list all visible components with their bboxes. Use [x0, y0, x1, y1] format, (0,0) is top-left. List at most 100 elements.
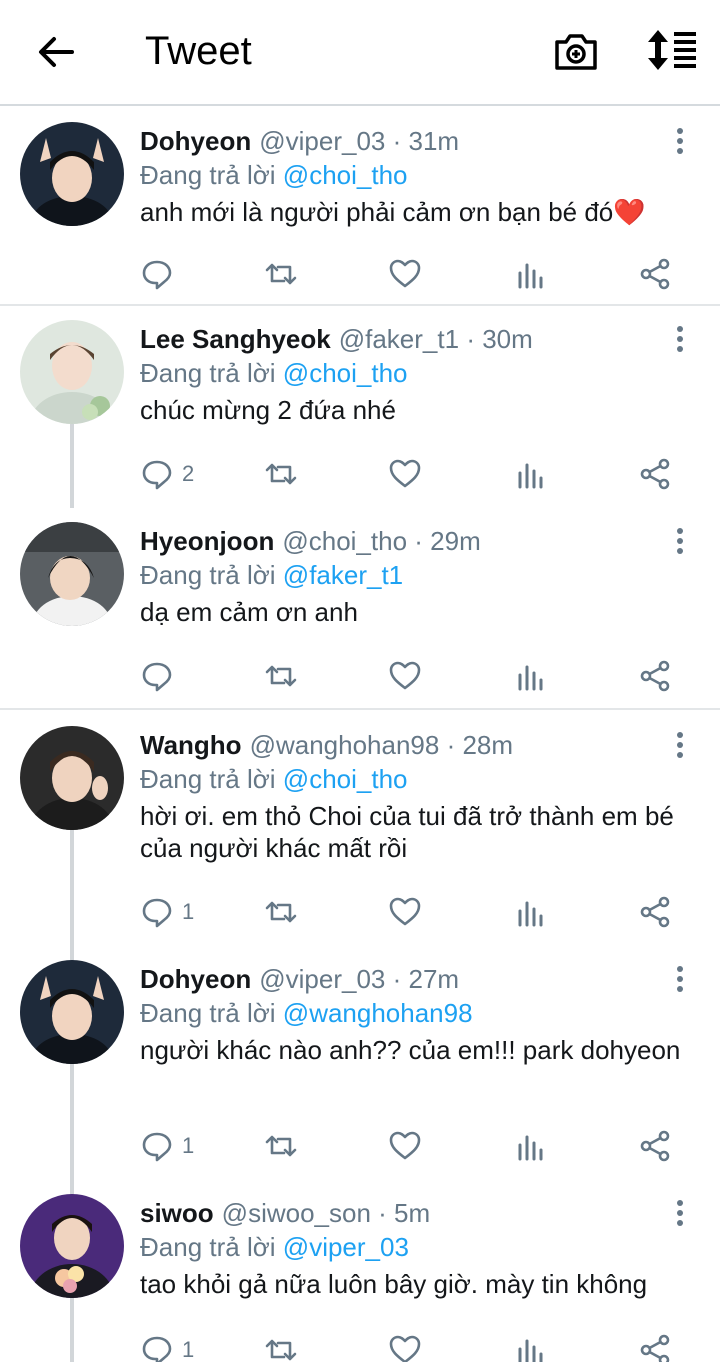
- sort-updown-icon: [648, 30, 696, 70]
- tweet-text: anh mới là người phải cảm ơn bạn bé đó❤️: [140, 197, 646, 227]
- avatar[interactable]: [20, 960, 124, 1064]
- retweet-icon: [265, 901, 297, 923]
- heart-icon: [389, 259, 421, 288]
- retweet-button[interactable]: [264, 656, 298, 696]
- replying-to: Đang trả lời @choi_tho: [140, 158, 700, 192]
- tweet-item[interactable]: siwoo @siwoo_son · 5m Đang trả lời @viper…: [0, 1178, 720, 1362]
- author-name[interactable]: Lee Sanghyeok: [140, 324, 331, 354]
- author-name[interactable]: Dohyeon: [140, 964, 251, 994]
- share-button[interactable]: [638, 1330, 672, 1362]
- replying-to: Đang trả lời @choi_tho: [140, 356, 700, 390]
- avatar[interactable]: [20, 522, 124, 626]
- heart-icon: [389, 1131, 421, 1160]
- analytics-icon: [518, 263, 543, 289]
- back-button[interactable]: [34, 30, 78, 74]
- author-handle: @viper_03: [259, 964, 386, 994]
- analytics-button[interactable]: [514, 1330, 548, 1362]
- heart-icon: [389, 1335, 421, 1362]
- tweet-item[interactable]: Dohyeon @viper_03 · 31m Đang trả lời @cho…: [0, 108, 720, 304]
- reply-button[interactable]: 1: [140, 1126, 194, 1166]
- reply-button[interactable]: 1: [140, 892, 194, 932]
- heart-icon: [389, 897, 421, 926]
- tweet-header: Dohyeon @viper_03 · 31m: [140, 124, 700, 158]
- tweet-text: tao khỏi gả nữa luôn bây giờ. mày tin kh…: [140, 1269, 648, 1299]
- more-options-button[interactable]: [670, 1198, 690, 1228]
- more-options-button[interactable]: [670, 126, 690, 156]
- retweet-button[interactable]: [264, 892, 298, 932]
- analytics-button[interactable]: [514, 892, 548, 932]
- avatar-image: [20, 1194, 124, 1298]
- retweet-icon: [265, 1339, 297, 1361]
- thread-line: [70, 1296, 74, 1362]
- reply-icon: [142, 898, 172, 928]
- tweet-time: · 27m: [392, 964, 460, 994]
- like-button[interactable]: [388, 656, 422, 696]
- author-name[interactable]: Dohyeon: [140, 126, 251, 156]
- author-name[interactable]: Hyeonjoon: [140, 526, 274, 556]
- retweet-button[interactable]: [264, 254, 298, 294]
- reply-button[interactable]: [140, 254, 182, 294]
- like-button[interactable]: [388, 1330, 422, 1362]
- replying-to: Đang trả lời @choi_tho: [140, 762, 700, 796]
- analytics-icon: [518, 1135, 543, 1161]
- tweet-time: · 5m: [378, 1198, 431, 1228]
- retweet-button[interactable]: [264, 1126, 298, 1166]
- camera-button[interactable]: [553, 28, 599, 74]
- avatar-image: [20, 522, 124, 626]
- more-options-button[interactable]: [670, 324, 690, 354]
- avatar[interactable]: [20, 122, 124, 226]
- retweet-button[interactable]: [264, 1330, 298, 1362]
- avatar-image: [20, 320, 124, 424]
- tweet-header: Dohyeon @viper_03 · 27m: [140, 962, 700, 996]
- share-button[interactable]: [638, 892, 672, 932]
- more-vertical-icon: [677, 528, 683, 554]
- like-button[interactable]: [388, 892, 422, 932]
- more-options-button[interactable]: [670, 964, 690, 994]
- share-button[interactable]: [638, 254, 672, 294]
- tweet-actions: [140, 656, 700, 696]
- tweet-item[interactable]: Lee Sanghyeok @faker_t1 · 30m Đang trả lờ…: [0, 306, 720, 508]
- share-icon: [640, 258, 670, 290]
- replying-to: Đang trả lời @viper_03: [140, 1230, 700, 1264]
- reply-button[interactable]: 2: [140, 454, 194, 494]
- reply-mention[interactable]: @choi_tho: [283, 160, 408, 190]
- like-button[interactable]: [388, 1126, 422, 1166]
- arrow-left-icon: [39, 37, 74, 67]
- tweet-actions: 1: [140, 1126, 700, 1166]
- analytics-icon: [518, 901, 543, 927]
- tweet-item[interactable]: Wangho @wanghohan98 · 28m Đang trả lời @c…: [0, 710, 720, 944]
- reply-mention[interactable]: @faker_t1: [283, 560, 403, 590]
- avatar[interactable]: [20, 1194, 124, 1298]
- retweet-button[interactable]: [264, 454, 298, 494]
- reply-mention[interactable]: @viper_03: [283, 1232, 409, 1262]
- reply-mention[interactable]: @wanghohan98: [283, 998, 473, 1028]
- like-button[interactable]: [388, 254, 422, 294]
- camera-plus-icon: [555, 34, 597, 70]
- more-vertical-icon: [677, 128, 683, 154]
- reply-button[interactable]: [140, 656, 182, 696]
- share-button[interactable]: [638, 454, 672, 494]
- reply-mention[interactable]: @choi_tho: [283, 764, 408, 794]
- avatar[interactable]: [20, 726, 124, 830]
- reply-count: 1: [182, 1337, 195, 1362]
- tweet-item[interactable]: Hyeonjoon @choi_tho · 29m Đang trả lời @f…: [0, 508, 720, 708]
- reply-button[interactable]: 1: [140, 1330, 194, 1362]
- more-options-button[interactable]: [670, 730, 690, 760]
- analytics-icon: [518, 665, 543, 691]
- sort-button[interactable]: [646, 28, 698, 72]
- tweet-item[interactable]: Dohyeon @viper_03 · 27m Đang trả lời @wan…: [0, 944, 720, 1178]
- share-button[interactable]: [638, 656, 672, 696]
- analytics-button[interactable]: [514, 1126, 548, 1166]
- analytics-button[interactable]: [514, 656, 548, 696]
- analytics-button[interactable]: [514, 454, 548, 494]
- retweet-icon: [265, 1135, 297, 1157]
- avatar[interactable]: [20, 320, 124, 424]
- author-name[interactable]: siwoo: [140, 1198, 214, 1228]
- analytics-button[interactable]: [514, 254, 548, 294]
- author-name[interactable]: Wangho: [140, 730, 242, 760]
- share-button[interactable]: [638, 1126, 672, 1166]
- like-button[interactable]: [388, 454, 422, 494]
- reply-mention[interactable]: @choi_tho: [283, 358, 408, 388]
- more-options-button[interactable]: [670, 526, 690, 556]
- tweet-content: Wangho @wanghohan98 · 28m Đang trả lời @c…: [140, 728, 700, 864]
